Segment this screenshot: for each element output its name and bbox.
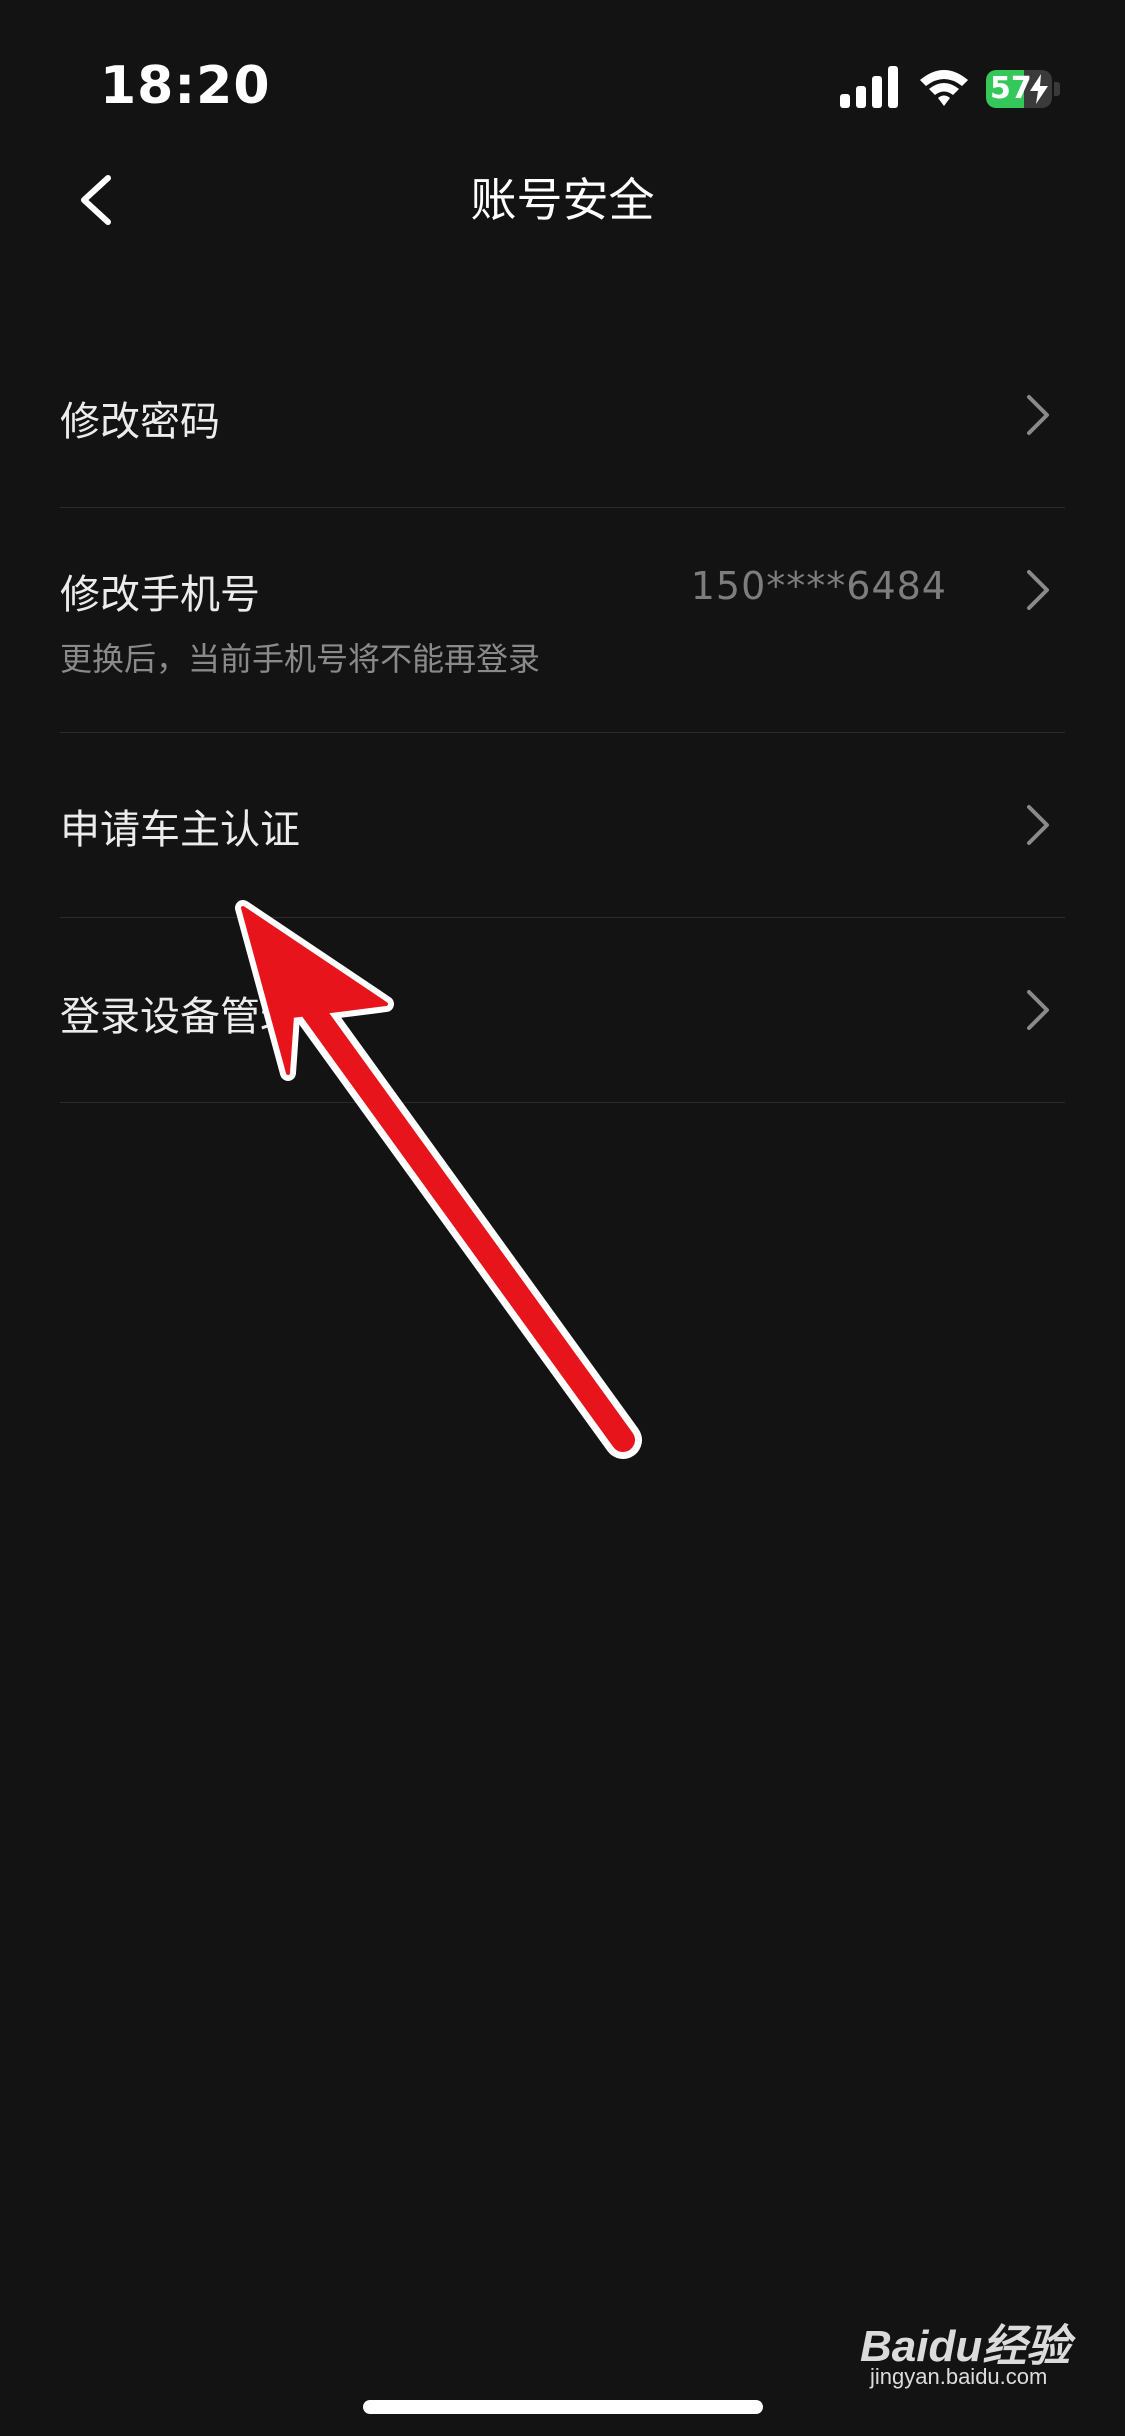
chevron-left-icon — [81, 175, 111, 225]
masked-phone-number: 150****6484 — [690, 564, 947, 608]
change-phone-hint: 更换后，当前手机号将不能再登录 — [60, 640, 541, 678]
change-password-item[interactable]: 修改密码 — [60, 325, 1065, 508]
charging-bolt-icon — [1030, 74, 1048, 104]
battery-icon: 57 — [986, 70, 1064, 108]
change-phone-item[interactable]: 修改手机号 150****6484 更换后，当前手机号将不能再登录 — [60, 508, 1065, 733]
chevron-right-icon — [1027, 395, 1049, 435]
chevron-right-icon — [1027, 990, 1049, 1030]
wifi-icon — [920, 70, 968, 106]
owner-verification-label: 申请车主认证 — [60, 807, 300, 853]
settings-list: 修改密码 修改手机号 150****6484 更换后，当前手机号将不能再登录 申… — [0, 325, 1125, 1103]
change-phone-label: 修改手机号 — [60, 572, 260, 618]
owner-verification-item[interactable]: 申请车主认证 — [60, 733, 1065, 918]
baidu-watermark: Baidu经验 jingyan.baidu.com — [860, 2310, 1110, 2390]
device-management-item[interactable]: 登录设备管理 — [60, 918, 1065, 1103]
chevron-right-icon — [1027, 805, 1049, 845]
watermark-url: jingyan.baidu.com — [870, 2364, 1048, 2389]
device-management-label: 登录设备管理 — [60, 994, 300, 1040]
status-bar: 18:20 57 — [0, 0, 1125, 170]
page-title: 账号安全 — [470, 173, 655, 227]
status-time: 18:20 — [100, 56, 271, 116]
signal-icon — [840, 66, 898, 108]
change-password-label: 修改密码 — [60, 399, 220, 445]
battery-level: 57 — [990, 71, 1032, 106]
chevron-right-icon — [1027, 570, 1049, 610]
navigation-bar: 账号安全 — [0, 150, 1125, 250]
home-indicator[interactable] — [363, 2400, 763, 2414]
back-button[interactable] — [60, 160, 140, 240]
